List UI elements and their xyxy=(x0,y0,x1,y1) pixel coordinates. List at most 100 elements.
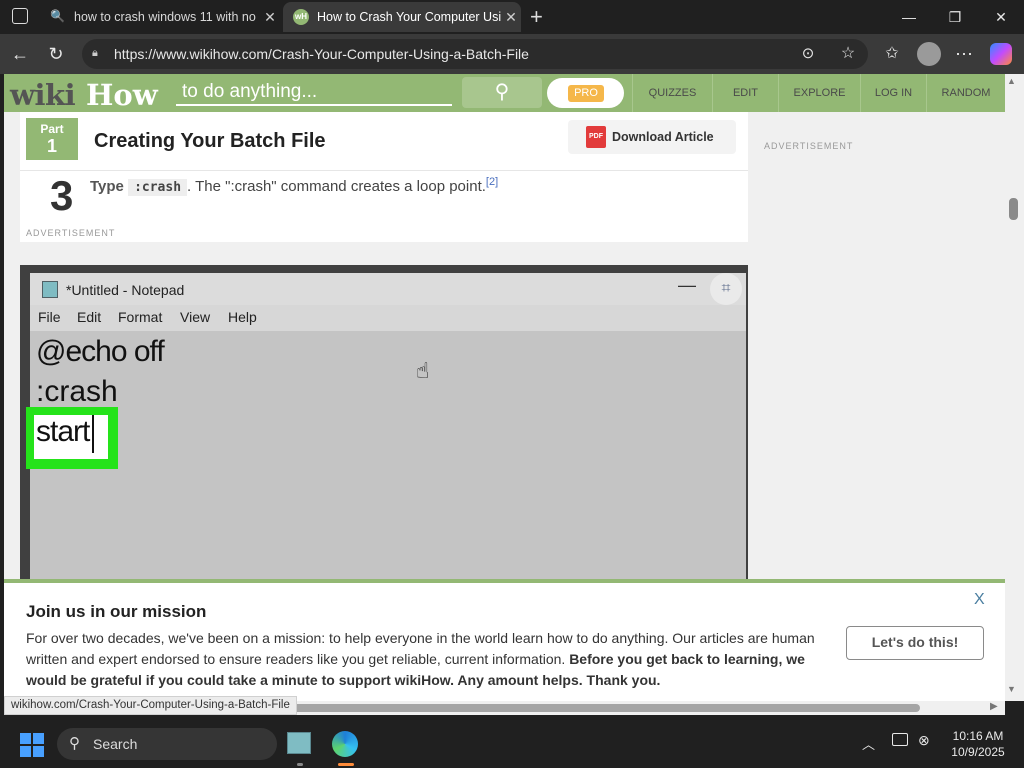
divider xyxy=(20,170,748,171)
step-text: Type :crash. The ":crash" command create… xyxy=(90,176,498,196)
notepad-line: :crash xyxy=(36,375,118,408)
tab-search[interactable]: 🔍 how to crash windows 11 with no ✕ xyxy=(40,2,280,32)
notepad-minimize-icon: — xyxy=(678,275,696,295)
menu-view: View xyxy=(180,309,211,325)
logo-how[interactable]: How xyxy=(86,78,158,112)
ad-label: ADVERTISEMENT xyxy=(26,228,116,238)
step-number: 3 xyxy=(50,172,74,219)
tab-title: how to crash windows 11 with no xyxy=(74,10,256,24)
volume-muted-icon[interactable]: ⊗ xyxy=(918,732,930,749)
search-icon: ⚲ xyxy=(494,81,510,103)
close-tab-icon[interactable]: ✕ xyxy=(501,9,521,26)
page-content: Part 1 Creating Your Batch File PDF Down… xyxy=(4,112,1005,580)
hand-pointer-icon: ☝︎ xyxy=(416,358,430,383)
search-icon: 🔍 xyxy=(50,9,65,23)
time: 10:16 AM xyxy=(952,729,1004,743)
reader-icon[interactable]: ⊙ xyxy=(794,40,822,68)
address-bar-row: ← ↻ https://www.wikihow.com/Crash-Your-C… xyxy=(0,34,1024,74)
scroll-up-icon[interactable]: ▲ xyxy=(1007,76,1016,86)
network-icon[interactable] xyxy=(892,733,908,746)
copilot-icon[interactable] xyxy=(990,43,1012,65)
minimize-button[interactable]: — xyxy=(889,4,929,30)
favorites-icon[interactable]: ✩ xyxy=(878,40,906,68)
search-button[interactable]: ⚲ xyxy=(462,77,542,108)
vertical-scrollbar[interactable]: ▲ ▼ xyxy=(1005,74,1024,701)
step-code: :crash xyxy=(128,179,188,196)
scroll-right-icon[interactable]: ▶ xyxy=(990,701,998,712)
download-label: Download Article xyxy=(612,130,714,144)
sidebar-ad-label: ADVERTISEMENT xyxy=(764,141,854,151)
notepad-title: *Untitled - Notepad xyxy=(66,282,185,298)
menu-edit: Edit xyxy=(77,309,102,325)
notepad-window: *Untitled - Notepad — ⌗ File Edit Format… xyxy=(26,273,746,580)
refresh-icon[interactable]: ↻ xyxy=(42,40,70,68)
step-description: . The ":crash" command creates a loop po… xyxy=(187,178,486,195)
download-article-button[interactable]: PDF Download Article xyxy=(568,120,736,154)
tab-wikihow[interactable]: wH How to Crash Your Computer Usi ✕ xyxy=(283,2,521,32)
section-title: Creating Your Batch File xyxy=(94,130,326,152)
nav-log-in[interactable]: LOG IN xyxy=(860,74,926,112)
new-tab-icon[interactable]: + xyxy=(530,4,543,30)
nav-edit[interactable]: EDIT xyxy=(712,74,778,112)
visual-search-icon[interactable]: ⌗ xyxy=(710,273,742,305)
favorite-star-icon[interactable]: ☆ xyxy=(834,40,862,68)
notepad-titlebar: *Untitled - Notepad — ⌗ xyxy=(30,273,746,305)
close-window-button[interactable]: ✕ xyxy=(981,4,1021,30)
logo-wiki[interactable]: wiki xyxy=(10,78,76,112)
taskbar-search[interactable]: ⚲ Search xyxy=(57,728,277,760)
banner-title: Join us in our mission xyxy=(26,602,207,621)
tab-bar: 🔍 how to crash windows 11 with no ✕ wH H… xyxy=(0,0,1024,34)
lets-do-this-button[interactable]: Let's do this! xyxy=(846,626,984,660)
step-image: *Untitled - Notepad — ⌗ File Edit Format… xyxy=(20,265,748,580)
step-reference-link[interactable]: [2] xyxy=(486,176,498,188)
menu-file: File xyxy=(38,309,61,325)
date: 10/9/2025 xyxy=(951,745,1005,759)
edge-app-icon[interactable] xyxy=(332,731,358,757)
banner-close-button[interactable]: X xyxy=(974,591,985,609)
notepad-app-icon[interactable] xyxy=(287,732,311,754)
site-search-input[interactable]: to do anything... xyxy=(176,80,452,106)
taskbar: ⚲ Search ︿ ⊗ 10:16 AM 10/9/2025 xyxy=(0,720,1024,768)
chevron-up-icon[interactable]: ︿ xyxy=(862,734,875,753)
pro-badge: PRO xyxy=(568,85,604,102)
site-header: wiki How to do anything... ⚲ PRO QUIZZES… xyxy=(4,74,1005,112)
notepad-menu: File Edit Format View Help xyxy=(30,305,746,331)
nav-explore[interactable]: EXPLORE xyxy=(778,74,860,112)
nav-quizzes[interactable]: QUIZZES xyxy=(632,74,712,112)
tab-actions-icon[interactable] xyxy=(12,8,28,24)
article-card: Part 1 Creating Your Batch File PDF Down… xyxy=(20,112,748,242)
taskbar-search-label: Search xyxy=(93,736,138,752)
scroll-thumb[interactable] xyxy=(1009,198,1018,220)
mission-banner: Join us in our mission For over two deca… xyxy=(4,579,1005,701)
step-type: Type xyxy=(90,178,124,195)
notepad-icon xyxy=(42,281,58,298)
scroll-down-icon[interactable]: ▼ xyxy=(1007,684,1016,694)
clock[interactable]: 10:16 AM 10/9/2025 xyxy=(950,728,1006,760)
pro-button[interactable]: PRO xyxy=(547,78,624,108)
part-number: 1 xyxy=(46,136,57,156)
active-app-indicator xyxy=(338,763,354,766)
pdf-icon: PDF xyxy=(586,126,606,148)
wikihow-icon: wH xyxy=(293,9,309,25)
more-icon[interactable]: ⋯ xyxy=(950,40,978,68)
app-indicator xyxy=(297,763,303,766)
lock-icon[interactable]: 🔒︎ xyxy=(92,47,104,60)
menu-help: Help xyxy=(228,309,257,325)
search-icon: ⚲ xyxy=(69,735,80,752)
url-field[interactable]: https://www.wikihow.com/Crash-Your-Compu… xyxy=(82,39,868,69)
status-url: wikihow.com/Crash-Your-Computer-Using-a-… xyxy=(4,696,297,715)
text-cursor xyxy=(92,415,94,453)
close-tab-icon[interactable]: ✕ xyxy=(260,9,280,26)
back-icon[interactable]: ← xyxy=(6,40,34,68)
part-badge: Part 1 xyxy=(26,118,78,160)
nav-random[interactable]: RANDOM xyxy=(926,74,1005,112)
tab-title: How to Crash Your Computer Usi xyxy=(317,10,501,24)
menu-format: Format xyxy=(118,309,163,325)
part-label: Part xyxy=(40,122,64,136)
restore-button[interactable]: ❐ xyxy=(935,4,975,30)
banner-text: For over two decades, we've been on a mi… xyxy=(26,628,836,691)
windows-start-icon[interactable] xyxy=(20,733,44,757)
notepad-line: start xyxy=(36,415,90,448)
notepad-line: @echo off xyxy=(36,335,165,368)
profile-avatar[interactable] xyxy=(917,42,941,66)
